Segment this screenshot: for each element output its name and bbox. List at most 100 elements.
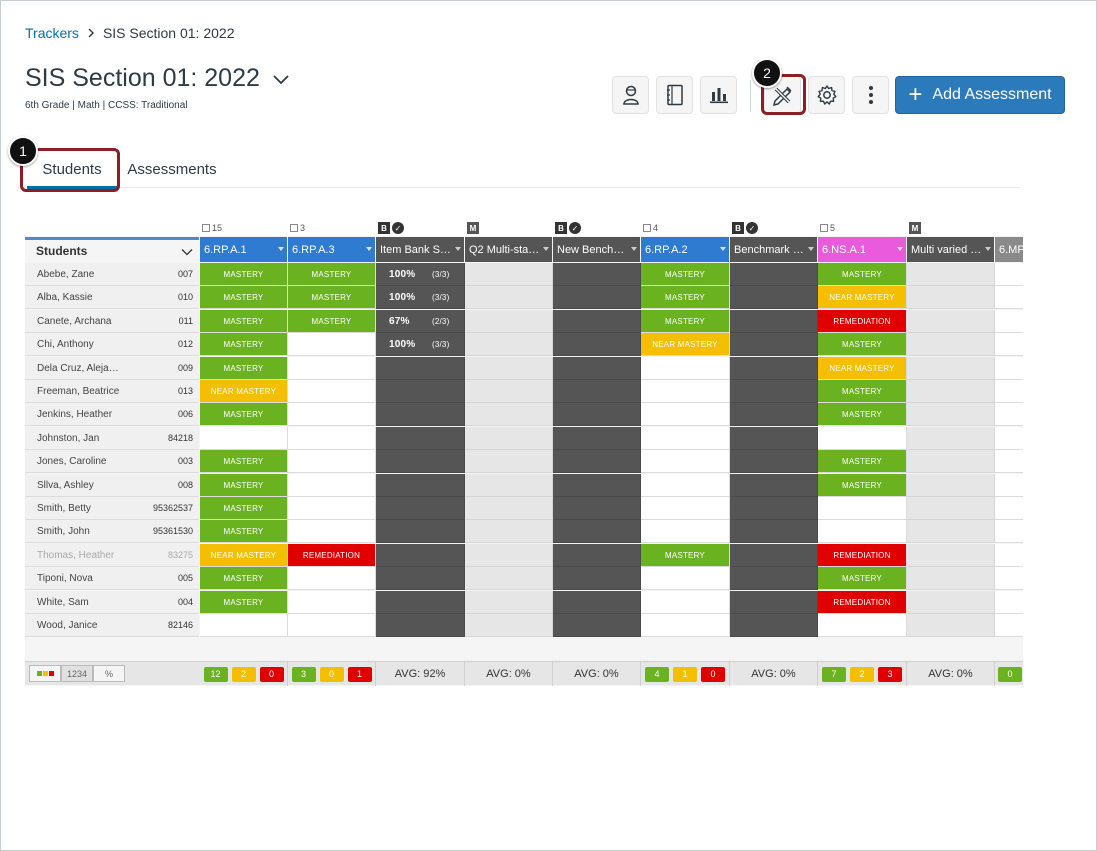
number-view-toggle[interactable]: 1234 [61, 665, 93, 682]
grade-cell[interactable] [288, 614, 376, 637]
grade-cell[interactable] [995, 567, 1023, 590]
grade-cell[interactable] [641, 357, 730, 380]
grade-cell[interactable]: REMEDIATION [818, 544, 907, 567]
gradebook-button[interactable] [656, 76, 693, 114]
grade-cell[interactable] [641, 427, 730, 450]
student-row[interactable]: Jenkins, Heather 006 [25, 403, 199, 426]
grade-cell[interactable] [641, 450, 730, 473]
grade-cell[interactable]: MASTERY [641, 263, 730, 286]
grade-cell[interactable] [995, 474, 1023, 497]
grade-cell[interactable]: 100% (3/3) [376, 286, 465, 309]
grade-cell[interactable]: MASTERY [818, 403, 907, 426]
color-view-toggle[interactable] [29, 665, 61, 682]
chevron-down-icon[interactable] [272, 70, 290, 88]
student-row[interactable]: Canete, Archana 011 [25, 310, 199, 333]
grade-cell[interactable]: MASTERY [200, 403, 288, 426]
grade-cell[interactable] [995, 333, 1023, 356]
grade-cell[interactable] [641, 591, 730, 614]
students-column-header[interactable]: Students [25, 237, 199, 262]
grade-cell[interactable] [200, 614, 288, 637]
student-row[interactable]: Freeman, Beatrice 013 [25, 380, 199, 403]
student-row[interactable]: Alba, Kassie 010 [25, 286, 199, 309]
grade-cell[interactable]: MASTERY [200, 450, 288, 473]
grade-cell[interactable]: REMEDIATION [818, 591, 907, 614]
grade-cell[interactable] [288, 403, 376, 426]
student-row[interactable]: Tiponi, Nova 005 [25, 567, 199, 590]
grade-cell[interactable]: NEAR MASTERY [818, 286, 907, 309]
grade-cell[interactable] [995, 310, 1023, 333]
grade-cell[interactable] [641, 614, 730, 637]
grade-cell[interactable] [641, 567, 730, 590]
grade-cell[interactable]: 100% (3/3) [376, 333, 465, 356]
grade-cell[interactable]: NEAR MASTERY [818, 357, 907, 380]
column-header[interactable]: 6.RP.A.1 [200, 237, 287, 262]
grade-cell[interactable] [818, 614, 907, 637]
grade-cell[interactable]: MASTERY [200, 357, 288, 380]
grade-cell[interactable] [641, 403, 730, 426]
breadcrumb-trackers-link[interactable]: Trackers [25, 25, 79, 41]
tab-assessments[interactable]: Assessments [125, 150, 219, 188]
student-row[interactable]: Thomas, Heather 83275 [25, 544, 199, 567]
column-header[interactable]: 6.MP [995, 237, 1023, 262]
grade-cell[interactable]: MASTERY [200, 333, 288, 356]
column-checkbox[interactable] [290, 224, 298, 232]
student-row[interactable]: Dela Cruz, Aleja… 009 [25, 357, 199, 380]
grade-cell[interactable] [641, 520, 730, 543]
grade-cell[interactable]: MASTERY [288, 263, 376, 286]
grade-cell[interactable]: MASTERY [818, 567, 907, 590]
grade-cell[interactable] [818, 520, 907, 543]
column-header[interactable]: New Bench… [553, 237, 640, 262]
grade-cell[interactable]: MASTERY [818, 333, 907, 356]
grade-cell[interactable]: REMEDIATION [288, 544, 376, 567]
grade-cell[interactable] [288, 567, 376, 590]
grade-cell[interactable] [995, 403, 1023, 426]
grade-cell[interactable]: MASTERY [200, 497, 288, 520]
column-header[interactable]: Item Bank S… [376, 237, 464, 262]
column-checkbox[interactable] [820, 224, 828, 232]
grade-cell[interactable]: NEAR MASTERY [641, 333, 730, 356]
settings-button[interactable] [808, 76, 845, 114]
more-options-button[interactable] [852, 76, 889, 114]
student-view-button[interactable] [612, 76, 649, 114]
grade-cell[interactable]: MASTERY [200, 286, 288, 309]
student-row[interactable]: Johnston, Jan 84218 [25, 427, 199, 450]
grade-cell[interactable] [995, 380, 1023, 403]
grade-cell[interactable]: NEAR MASTERY [200, 380, 288, 403]
column-checkbox[interactable] [643, 224, 651, 232]
student-row[interactable]: Smith, Betty 95362537 [25, 497, 199, 520]
grade-cell[interactable]: MASTERY [288, 310, 376, 333]
grade-cell[interactable] [818, 427, 907, 450]
column-checkbox[interactable] [202, 224, 210, 232]
grade-cell[interactable] [288, 333, 376, 356]
grade-cell[interactable] [288, 474, 376, 497]
grade-cell[interactable] [995, 520, 1023, 543]
grade-cell[interactable]: MASTERY [641, 544, 730, 567]
grade-cell[interactable]: MASTERY [818, 263, 907, 286]
add-assessment-button[interactable]: + Add Assessment [895, 76, 1065, 114]
student-row[interactable]: Abebe, Zane 007 [25, 263, 199, 286]
grade-cell[interactable]: MASTERY [200, 474, 288, 497]
grade-cell[interactable]: MASTERY [200, 567, 288, 590]
grade-cell[interactable]: 67% (2/3) [376, 310, 465, 333]
column-header[interactable]: Q2 Multi-sta… [465, 237, 552, 262]
student-row[interactable]: Smith, John 95361530 [25, 520, 199, 543]
grade-cell[interactable]: MASTERY [200, 310, 288, 333]
grade-cell[interactable] [288, 450, 376, 473]
grade-cell[interactable]: MASTERY [641, 286, 730, 309]
reports-button[interactable] [700, 76, 737, 114]
grade-cell[interactable] [995, 357, 1023, 380]
student-row[interactable]: Jones, Caroline 003 [25, 450, 199, 473]
column-header[interactable]: 6.RP.A.3 [288, 237, 375, 262]
grade-cell[interactable]: MASTERY [641, 310, 730, 333]
grade-cell[interactable] [288, 497, 376, 520]
grade-cell[interactable] [288, 427, 376, 450]
student-row[interactable]: Wood, Janice 82146 [25, 614, 199, 637]
column-header[interactable]: 6.RP.A.2 [641, 237, 729, 262]
grade-cell[interactable] [641, 380, 730, 403]
grade-cell[interactable] [995, 614, 1023, 637]
grade-cell[interactable]: REMEDIATION [818, 310, 907, 333]
column-header[interactable]: Benchmark … [730, 237, 817, 262]
grade-cell[interactable] [995, 286, 1023, 309]
grade-cell[interactable]: MASTERY [200, 591, 288, 614]
grade-cell[interactable] [995, 427, 1023, 450]
